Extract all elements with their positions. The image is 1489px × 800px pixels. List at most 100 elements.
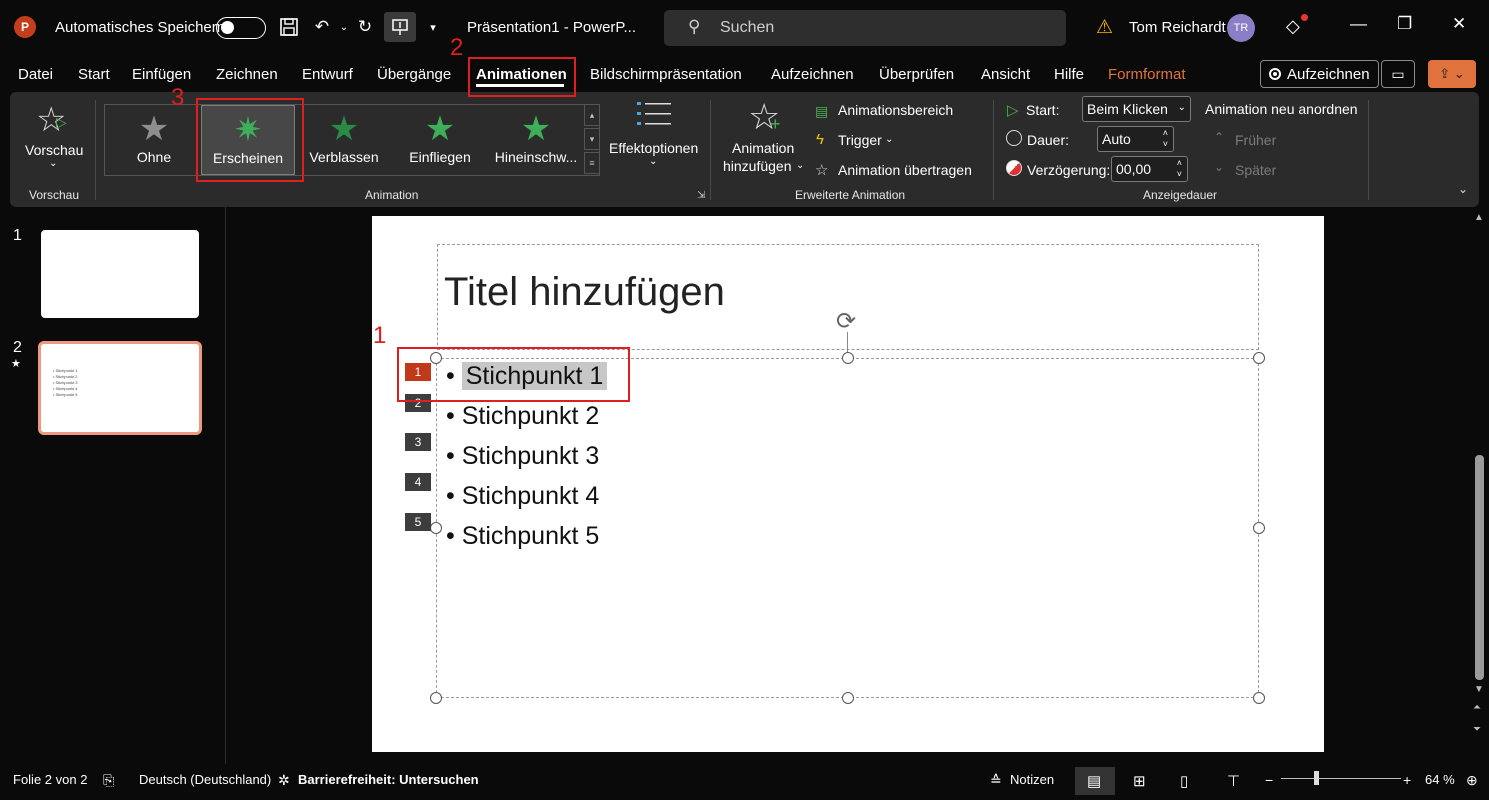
slideshow-icon[interactable]: ⊤ — [1227, 772, 1240, 790]
gallery-item-ohne[interactable]: ★ Ohne — [107, 105, 201, 175]
minimize-icon[interactable]: — — [1350, 14, 1367, 34]
bullet-item-2[interactable]: • Stichpunkt 2 — [446, 402, 599, 431]
share-button[interactable]: ⇪ ⌄ — [1428, 60, 1476, 88]
autosave-toggle[interactable] — [216, 17, 266, 39]
zoom-level[interactable]: 64 % — [1425, 772, 1455, 787]
resize-handle-t[interactable] — [842, 352, 854, 364]
bullet-item-3[interactable]: • Stichpunkt 3 — [446, 442, 599, 471]
slide-thumbnail-2[interactable]: • Stichpunkt 1 • Stichpunkt 2 • Stichpun… — [38, 341, 202, 435]
customize-quick-access-icon[interactable]: ▾ — [420, 14, 446, 40]
spellcheck-icon[interactable]: ⎘ — [103, 772, 114, 789]
user-name[interactable]: Tom Reichardt — [1129, 19, 1226, 36]
gallery-item-verblassen[interactable]: ★ Verblassen — [297, 105, 391, 175]
duration-input[interactable]: Auto ˄ ˅ — [1097, 126, 1174, 152]
record-icon — [1269, 68, 1281, 80]
slide-thumbnail-1[interactable] — [41, 230, 199, 318]
restore-icon[interactable]: ❐ — [1397, 14, 1412, 34]
tab-zeichnen[interactable]: Zeichnen — [216, 66, 278, 83]
tab-entwurf[interactable]: Entwurf — [302, 66, 353, 83]
start-dropdown[interactable]: Beim Klicken ⌄ — [1082, 96, 1191, 122]
add-animation-label-1[interactable]: Animation — [732, 140, 794, 156]
delay-input[interactable]: 00,00 ˄ ˅ — [1111, 156, 1188, 182]
resize-handle-r[interactable] — [1253, 522, 1265, 534]
group-label-anzeigedauer: Anzeigedauer — [1143, 188, 1218, 202]
zoom-in-icon[interactable]: + — [1403, 772, 1411, 788]
redo-icon[interactable]: ↻ — [352, 14, 378, 40]
ribbon-collapse-icon[interactable]: ⌄ — [1458, 182, 1468, 196]
tab-datei[interactable]: Datei — [18, 66, 53, 83]
comments-button[interactable]: ▭ — [1381, 60, 1415, 88]
gallery-more-icon[interactable]: ≡ — [584, 152, 600, 174]
slide-thumbnail-pane: 1 2 ★ • Stichpunkt 1 • Stichpunkt 2 • St… — [0, 207, 226, 764]
normal-view-icon[interactable]: ▤ — [1087, 772, 1101, 790]
move-later-button[interactable]: Später — [1235, 162, 1276, 178]
resize-handle-bl[interactable] — [430, 692, 442, 704]
tab-start[interactable]: Start — [78, 66, 110, 83]
thumbnail-bullet: • Stichpunkt 2 — [53, 374, 78, 379]
animation-tag-3[interactable]: 3 — [405, 433, 431, 451]
resize-handle-b[interactable] — [842, 692, 854, 704]
tab-ueberpruefen[interactable]: Überprüfen — [879, 66, 954, 83]
trigger-button[interactable]: Trigger — [838, 132, 882, 148]
reading-view-icon[interactable]: ▯ — [1180, 772, 1188, 790]
notes-button[interactable]: Notizen — [1010, 772, 1054, 787]
animation-tag-4[interactable]: 4 — [405, 473, 431, 491]
scroll-down-icon[interactable]: ▼ — [1474, 684, 1484, 695]
tab-bildschirmpraesentation[interactable]: Bildschirmpräsentation — [590, 66, 742, 83]
thumbnail-bullet: • Stichpunkt 1 — [53, 368, 78, 373]
zoom-out-icon[interactable]: − — [1265, 772, 1273, 788]
animation-pane-button[interactable]: Animationsbereich — [838, 102, 953, 118]
bullet-item-5[interactable]: • Stichpunkt 5 — [446, 522, 599, 551]
close-icon[interactable]: ✕ — [1452, 14, 1466, 34]
warning-icon[interactable]: ⚠ — [1096, 16, 1113, 39]
tab-einfuegen[interactable]: Einfügen — [132, 66, 191, 83]
animation-painter-button[interactable]: Animation übertragen — [838, 162, 972, 178]
tab-formformat[interactable]: Formformat — [1108, 66, 1186, 83]
resize-handle-br[interactable] — [1253, 692, 1265, 704]
premium-diamond-icon[interactable]: ◇ — [1286, 16, 1300, 37]
notes-icon: ≙ — [990, 772, 1002, 788]
gallery-scroll-down-icon[interactable]: ▾ — [584, 128, 600, 150]
effect-options-dropdown-icon[interactable]: ⌄ — [649, 156, 657, 167]
tab-hilfe[interactable]: Hilfe — [1054, 66, 1084, 83]
zoom-slider-thumb[interactable] — [1314, 771, 1319, 785]
tab-aufzeichnen[interactable]: Aufzeichnen — [771, 66, 854, 83]
present-from-start-icon[interactable] — [384, 12, 416, 42]
scrollbar-thumb[interactable] — [1475, 455, 1484, 680]
previous-slide-icon[interactable]: ⏶ — [1473, 702, 1481, 713]
effect-options-icon[interactable] — [637, 100, 671, 135]
gallery-item-hineinschweben[interactable]: ★ Hineinschw... — [489, 105, 583, 175]
effect-options-button[interactable]: Effektoptionen — [609, 140, 698, 156]
slide-title[interactable]: Titel hinzufügen — [444, 270, 725, 315]
tab-uebergaenge[interactable]: Übergänge — [377, 66, 451, 83]
delay-spinner-icon[interactable]: ˄ ˅ — [1177, 158, 1182, 180]
language-status[interactable]: Deutsch (Deutschland) — [139, 772, 271, 787]
animation-tag-5[interactable]: 5 — [405, 513, 431, 531]
search-box[interactable]: ⚲ Suchen — [664, 10, 1066, 46]
fit-to-window-icon[interactable]: ⊕ — [1466, 772, 1478, 789]
tab-ansicht[interactable]: Ansicht — [981, 66, 1030, 83]
document-title: Präsentation1 - PowerP... — [467, 19, 636, 36]
trigger-dropdown-icon[interactable]: ⌄ — [885, 134, 893, 145]
save-icon[interactable] — [276, 14, 302, 40]
gallery-scroll-up-icon[interactable]: ▴ — [584, 104, 600, 126]
zoom-slider-track[interactable] — [1281, 778, 1401, 779]
accessibility-status[interactable]: Barrierefreiheit: Untersuchen — [298, 772, 479, 787]
preview-dropdown-icon[interactable]: ⌄ — [49, 158, 57, 169]
slide-sorter-icon[interactable]: ⊞ — [1133, 772, 1146, 790]
scroll-up-icon[interactable]: ▲ — [1474, 212, 1484, 223]
dialog-launcher-icon[interactable]: ⇲ — [697, 190, 705, 201]
duration-label: Dauer: — [1027, 132, 1070, 148]
duration-spinner-icon[interactable]: ˄ ˅ — [1163, 128, 1168, 150]
next-slide-icon[interactable]: ⏷ — [1473, 724, 1481, 735]
avatar[interactable]: TR — [1227, 14, 1255, 42]
move-earlier-button[interactable]: Früher — [1235, 132, 1276, 148]
record-button[interactable]: Aufzeichnen — [1260, 60, 1379, 88]
preview-button[interactable]: Vorschau — [25, 142, 83, 158]
bullet-item-4[interactable]: • Stichpunkt 4 — [446, 482, 599, 511]
add-animation-label-2[interactable]: hinzufügen — [723, 158, 792, 174]
add-animation-dropdown-icon[interactable]: ⌄ — [796, 160, 804, 171]
gallery-item-einfliegen[interactable]: ★ Einfliegen — [393, 105, 487, 175]
resize-handle-l[interactable] — [430, 522, 442, 534]
resize-handle-tr[interactable] — [1253, 352, 1265, 364]
